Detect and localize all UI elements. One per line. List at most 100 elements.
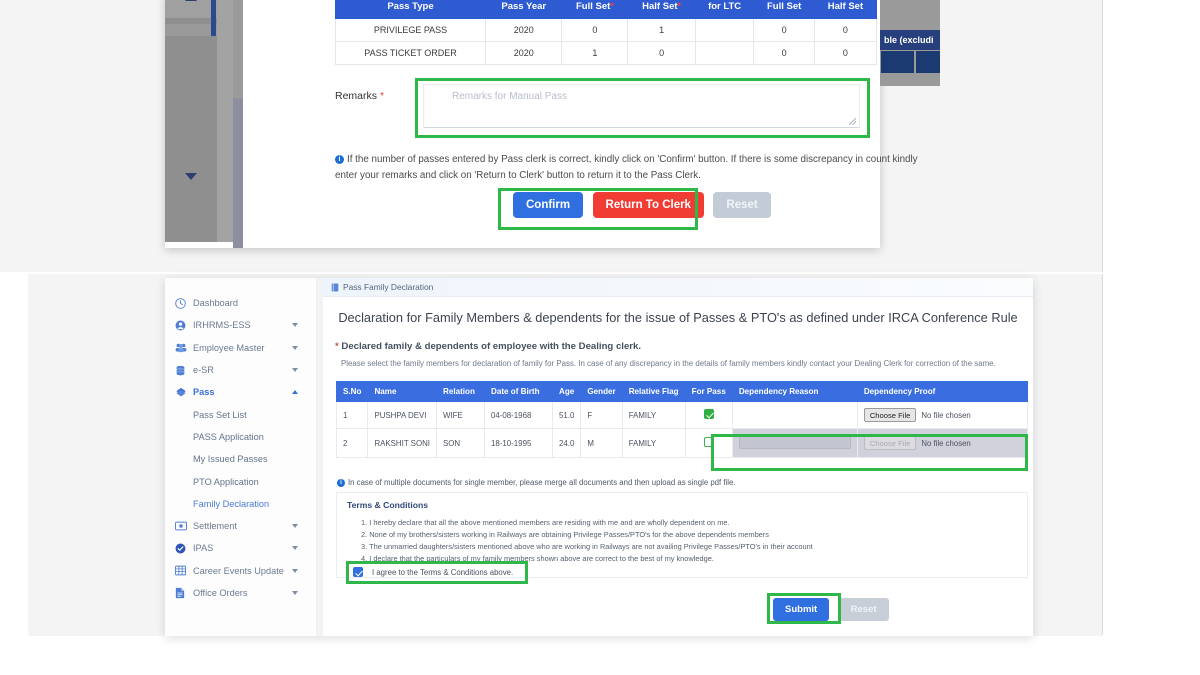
check-circle-icon <box>175 543 190 554</box>
cell-half-set: 1 <box>627 18 696 42</box>
cell-gender: F <box>580 401 623 429</box>
col-pass-year: Pass Year <box>484 0 563 19</box>
sidebar-subitem-pass-set-list[interactable]: Pass Set List <box>165 403 316 425</box>
sidebar-item-label: Settlement <box>193 521 237 532</box>
sidebar-subitem-label: My Issued Passes <box>193 454 268 465</box>
sidebar-item-pass[interactable]: Pass <box>165 381 316 403</box>
col-for-ltc: for LTC <box>694 0 755 19</box>
sidebar-item-label: Pass <box>193 387 215 398</box>
chevron-down-icon <box>292 368 298 373</box>
declaration-help-text: Please select the family members for dec… <box>341 359 996 368</box>
chevron-down-icon <box>292 568 298 573</box>
cell-gender: M <box>580 428 623 458</box>
sidebar-item-irhrms-ess[interactable]: IRHRMS-ESS <box>165 314 316 336</box>
cell-sno: 1 <box>335 401 369 429</box>
sidebar-item-dashboard[interactable]: Dashboard <box>165 292 316 314</box>
col-label: Pass Year <box>501 1 547 12</box>
col-label: Full Set <box>576 1 611 12</box>
merge-note-text: In case of multiple documents for single… <box>348 478 736 487</box>
merge-documents-note: i In case of multiple documents for singl… <box>337 478 735 487</box>
ghost-header-text: ble (excludi <box>884 35 934 45</box>
chevron-down-icon <box>292 524 298 529</box>
sidebar: Dashboard IRHRMS-ESS Employee Master e-S… <box>165 278 317 636</box>
scrollbar-track[interactable] <box>165 24 217 36</box>
family-declaration-content: Pass Family Declaration Declaration for … <box>323 278 1033 636</box>
cell-for-ltc <box>694 41 755 65</box>
sidebar-subitem-family-declaration[interactable]: Family Declaration <box>165 493 316 515</box>
vertical-scrollbar[interactable] <box>165 0 217 242</box>
sidebar-item-employee-master[interactable]: Employee Master <box>165 337 316 359</box>
col-dependency-reason: Dependency Reason <box>731 381 858 402</box>
cell-dependency-reason[interactable] <box>731 401 858 429</box>
dashboard-icon <box>175 297 190 309</box>
chevron-down-icon <box>292 546 298 551</box>
sidebar-item-settlement[interactable]: Settlement <box>165 515 316 537</box>
sidebar-subitem-pto-application[interactable]: PTO Application <box>165 470 316 492</box>
screenshot-root: Pass Type Pass Year Full Set* Half Set* … <box>0 0 1200 675</box>
ticket-icon <box>175 387 190 398</box>
choose-file-button[interactable]: Choose File <box>863 408 917 422</box>
for-pass-checkbox[interactable] <box>703 409 714 419</box>
file-upload-control[interactable]: Choose File No file chosen <box>863 408 1021 422</box>
scroll-up-arrow-icon[interactable] <box>185 0 197 1</box>
cell-half-set: 0 <box>627 41 696 65</box>
sidebar-subitem-pass-application[interactable]: PASS Application <box>165 426 316 448</box>
col-relation: Relation <box>435 381 485 402</box>
sidebar-item-office-orders[interactable]: Office Orders <box>165 582 316 604</box>
sidebar-item-label: IRHRMS-ESS <box>193 320 251 331</box>
highlight-box-action-buttons <box>498 188 698 230</box>
sidebar-subitem-label: Family Declaration <box>193 498 270 509</box>
col-for-pass: For Pass <box>684 381 733 402</box>
page-title: Declaration for Family Members & depende… <box>338 310 1018 325</box>
sidebar-item-ipas[interactable]: IPAS <box>165 537 316 559</box>
col-label: Full Set <box>766 1 802 12</box>
sidebar-item-e-sr[interactable]: e-SR <box>165 359 316 381</box>
cell-relation: SON <box>435 428 485 458</box>
scrollbar-accent <box>211 0 216 36</box>
cell-for-pass[interactable] <box>684 401 733 429</box>
cell-pass-type: PASS TICKET ORDER <box>335 41 486 65</box>
user-circle-icon <box>175 320 190 331</box>
cell-for-ltc <box>694 18 755 42</box>
cell-dob: 04-08-1968 <box>483 401 553 429</box>
cell-relative-flag: FAMILY <box>621 401 686 429</box>
sidebar-subitem-label: Pass Set List <box>193 409 247 420</box>
reset-button[interactable]: Reset <box>838 598 889 621</box>
scrollbar-thumb[interactable] <box>165 0 217 18</box>
col-dependency-proof: Dependency Proof <box>856 381 1029 402</box>
cell-half-set-2: 0 <box>813 41 878 65</box>
col-label: for LTC <box>708 1 742 12</box>
col-relative-flag: Relative Flag <box>621 381 686 402</box>
required-mark: * <box>610 1 614 11</box>
scroll-down-arrow-icon[interactable] <box>185 173 197 180</box>
cell-pass-year: 2020 <box>484 18 563 42</box>
required-mark: * <box>335 341 339 352</box>
cell-age: 51.0 <box>551 401 582 429</box>
manual-pass-content: Pass Type Pass Year Full Set* Half Set* … <box>243 0 918 248</box>
sidebar-subitem-label: PASS Application <box>193 431 264 442</box>
sidebar-item-career-events-update[interactable]: Career Events Update <box>165 560 316 582</box>
cell-sno: 2 <box>335 428 369 458</box>
reset-button[interactable]: Reset <box>713 192 771 218</box>
table-row: PRIVILEGE PASS 2020 0 1 0 0 <box>335 18 878 42</box>
sidebar-item-label: Career Events Update <box>193 565 284 576</box>
col-half-set: Half Set* <box>627 0 696 19</box>
terms-heading: Terms & Conditions <box>347 500 429 510</box>
table-header-row: Pass Type Pass Year Full Set* Half Set* … <box>335 0 878 19</box>
sidebar-item-label: Employee Master <box>193 342 265 353</box>
col-pass-type: Pass Type <box>335 0 486 19</box>
col-age: Age <box>551 381 582 402</box>
database-icon <box>175 365 190 376</box>
sidebar-item-label: IPAS <box>193 543 214 554</box>
cell-dependency-proof[interactable]: Choose File No file chosen <box>856 401 1029 429</box>
sidebar-subitem-my-issued-passes[interactable]: My Issued Passes <box>165 448 316 470</box>
sidebar-item-label: Dashboard <box>193 298 238 309</box>
background-ghost-header: ble (excludi <box>880 30 940 50</box>
file-icon <box>175 587 190 599</box>
list-item: 1. I hereby declare that all the above m… <box>361 518 730 527</box>
cell-name: PUSHPA DEVI <box>367 401 437 429</box>
cell-relation: WIFE <box>435 401 485 429</box>
col-label: Half Set <box>827 1 864 12</box>
table-header-row: S.No Name Relation Date of Birth Age Gen… <box>335 381 1029 402</box>
cell-full-set: 0 <box>561 18 629 42</box>
